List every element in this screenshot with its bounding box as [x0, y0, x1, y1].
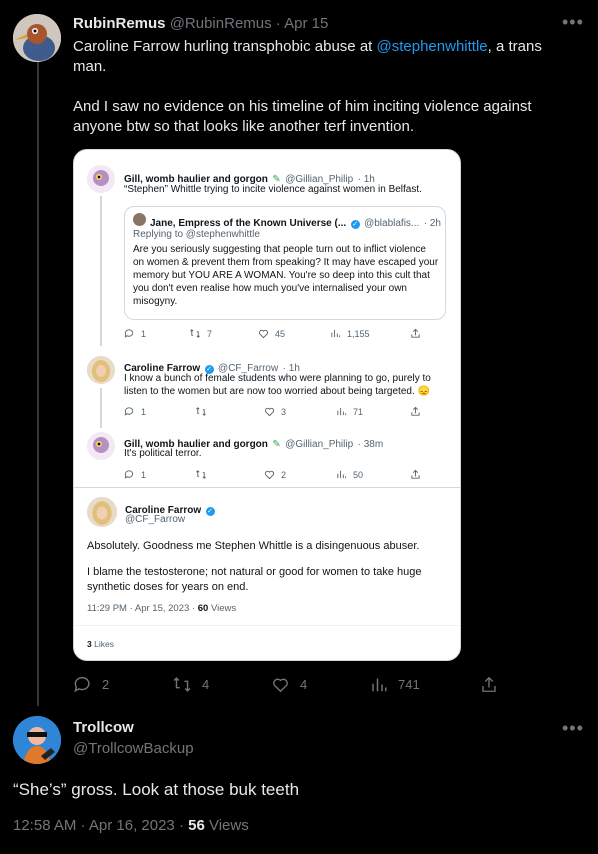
- thread-connector-line: [37, 62, 39, 706]
- author-name[interactable]: Trollcow: [73, 719, 134, 736]
- share-button[interactable]: [480, 675, 498, 694]
- tweet-text-part: Caroline Farrow hurling transphobic abus…: [73, 38, 377, 55]
- share-icon: [410, 469, 421, 480]
- avatar-caroline: [87, 356, 115, 384]
- divider: [74, 625, 460, 626]
- tweet-date[interactable]: Apr 15: [284, 15, 328, 32]
- reply-button[interactable]: 2: [73, 675, 109, 694]
- retweet-icon: [195, 406, 207, 417]
- retweet-action: 7: [189, 328, 212, 339]
- tweet-text: “She’s” gross. Look at those buk teeth: [13, 780, 300, 799]
- mention-link[interactable]: @stephenwhittle: [377, 38, 488, 55]
- views-count: 50: [353, 469, 364, 480]
- main-post-author-handle: @CF_Farrow: [125, 514, 186, 525]
- post-text: “Stephen” Whittle trying to incite viole…: [124, 184, 422, 195]
- author-name[interactable]: RubinRemus: [73, 15, 166, 32]
- main-post-views-label: Views: [210, 603, 237, 614]
- avatar-rubinremus[interactable]: [13, 14, 61, 62]
- views-action: 1,155: [330, 328, 370, 339]
- more-options-button[interactable]: •••: [562, 718, 584, 739]
- like-count: 45: [275, 328, 286, 339]
- like-action: 2: [264, 469, 286, 480]
- views-count: 1,155: [347, 328, 370, 339]
- main-post-likes: 3 Likes: [87, 639, 114, 649]
- views-count: 71: [353, 406, 364, 417]
- reply-count: 1: [141, 328, 147, 339]
- like-button[interactable]: 4: [271, 675, 307, 694]
- like-count: 3: [281, 406, 287, 417]
- reply-action: 1: [124, 328, 146, 339]
- main-post-likes-label: Likes: [94, 639, 114, 649]
- author-handle[interactable]: @TrollcowBackup: [73, 740, 194, 757]
- avatar-trollcow[interactable]: [13, 716, 61, 764]
- views-count: 741: [398, 677, 420, 692]
- tweet-meta: 12:58 AM · Apr 16, 2023 · 56 Views: [13, 817, 249, 834]
- views-label: Views: [208, 817, 249, 834]
- divider: [74, 487, 460, 488]
- embedded-thread-line: [100, 196, 102, 346]
- views-action: 71: [336, 406, 363, 417]
- tweet-text: Caroline Farrow hurling transphobic abus…: [73, 37, 573, 77]
- reply-count: 1: [141, 406, 147, 417]
- like-count: 2: [281, 469, 287, 480]
- verified-badge-icon: ✓: [205, 507, 215, 516]
- main-post-text-second: I blame the testosterone; not natural or…: [87, 566, 422, 593]
- embedded-thread-line: [100, 388, 102, 428]
- tweet-text-second-paragraph: And I saw no evidence on his timeline of…: [73, 98, 532, 135]
- quote-author-name: Jane, Empress of the Known Universe (...: [150, 218, 347, 229]
- verified-badge-icon: ✓: [350, 220, 360, 229]
- avatar-gillian: [87, 165, 115, 193]
- views-button[interactable]: 741: [370, 675, 420, 694]
- author-handle[interactable]: @RubinRemus: [170, 15, 272, 32]
- quote-text: Are you seriously suggesting that people…: [133, 244, 439, 307]
- retweet-button[interactable]: 4: [172, 675, 209, 694]
- avatar-jane: [133, 213, 146, 226]
- views-action: 50: [336, 469, 363, 480]
- like-action: 45: [258, 328, 285, 339]
- more-options-button[interactable]: •••: [562, 12, 584, 33]
- main-post-timestamp: 11:29 PM · Apr 15, 2023 ·: [87, 603, 196, 614]
- replying-to: Replying to @stephenwhittle: [133, 229, 260, 240]
- retweet-icon: [195, 469, 207, 480]
- retweet-count: 4: [202, 677, 210, 692]
- embedded-screenshot-image[interactable]: Gill, womb haulier and gorgon ✎ @Gillian…: [73, 149, 461, 661]
- quote-time: · 2h: [423, 218, 441, 229]
- main-post-text: Absolutely. Goodness me Stephen Whittle …: [87, 540, 420, 552]
- date-separator: ·: [275, 15, 281, 32]
- avatar-gillian: [87, 432, 115, 460]
- quoted-post: Jane, Empress of the Known Universe (...…: [124, 206, 446, 320]
- main-post-likes-count: 3: [87, 639, 92, 649]
- main-post-views-count: 60: [197, 603, 209, 614]
- share-icon: [410, 328, 421, 339]
- tweet-timestamp[interactable]: 12:58 AM · Apr 16, 2023 ·: [13, 817, 184, 834]
- avatar-caroline: [87, 497, 117, 527]
- post-text: I know a bunch of female students who we…: [124, 373, 431, 397]
- views-count: 56: [188, 817, 205, 834]
- quote-author-handle: @blablafis...: [364, 218, 420, 229]
- like-action: 3: [264, 406, 286, 417]
- like-count: 4: [300, 677, 308, 692]
- share-icon: [410, 406, 421, 417]
- reply-action: 1: [124, 469, 146, 480]
- post-text: It's political terror.: [124, 448, 202, 459]
- retweet-count: 7: [207, 328, 213, 339]
- reply-action: 1: [124, 406, 146, 417]
- main-post-meta: 11:29 PM · Apr 15, 2023 · 60 Views: [87, 603, 236, 614]
- reply-count: 2: [102, 677, 110, 692]
- reply-count: 1: [141, 469, 147, 480]
